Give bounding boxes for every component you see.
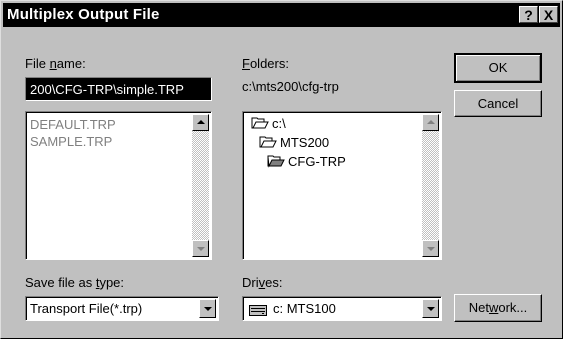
folders-path: c:\mts200\cfg-trp (242, 79, 339, 94)
save-type-value: Transport File(*.trp) (30, 301, 143, 316)
arrow-up-icon (427, 120, 435, 124)
save-type-dropdown-button[interactable] (199, 299, 216, 318)
dialog-window: Multiplex Output File ? X File name: 200… (0, 0, 563, 339)
folder-tree-scrollbar[interactable] (422, 114, 439, 257)
hard-drive-icon (249, 303, 267, 321)
folder-item-mts200[interactable]: MTS200 (259, 135, 329, 152)
list-item[interactable]: DEFAULT.TRP (30, 117, 116, 132)
folders-label: Folders: (242, 56, 289, 71)
open-folder-icon (267, 154, 285, 171)
file-list-scrollbar[interactable] (192, 114, 209, 257)
arrow-down-icon (427, 247, 435, 251)
title-bar[interactable]: Multiplex Output File ? X (3, 3, 560, 27)
ok-button[interactable]: OK (454, 53, 542, 83)
file-name-value: 200\CFG-TRP\simple.TRP (30, 82, 184, 97)
open-folder-icon (259, 135, 277, 152)
save-type-select[interactable]: Transport File(*.trp) (25, 296, 219, 321)
scroll-down-button[interactable] (422, 240, 439, 257)
chevron-down-icon (427, 307, 435, 311)
cancel-button[interactable]: Cancel (454, 90, 542, 117)
drives-label: Drives: (242, 275, 283, 290)
file-list[interactable]: DEFAULT.TRP SAMPLE.TRP (25, 111, 212, 260)
folder-item-cfg-trp[interactable]: CFG-TRP (267, 154, 346, 171)
scroll-up-button[interactable] (422, 114, 439, 131)
scroll-up-button[interactable] (192, 114, 209, 131)
network-button[interactable]: Network... (454, 294, 542, 322)
file-name-input[interactable]: 200\CFG-TRP\simple.TRP (25, 77, 212, 101)
list-item[interactable]: SAMPLE.TRP (30, 134, 112, 149)
folder-tree[interactable]: c:\ MTS200 CFG-TRP (242, 111, 442, 260)
chevron-down-icon (204, 307, 212, 311)
scroll-down-button[interactable] (192, 240, 209, 257)
close-button[interactable]: X (539, 6, 558, 23)
save-type-label: Save file as type: (25, 275, 125, 290)
drives-value: c: MTS100 (273, 301, 336, 316)
arrow-down-icon (197, 247, 205, 251)
file-name-label: File name: (25, 56, 86, 71)
help-button[interactable]: ? (519, 6, 538, 23)
folder-item-root[interactable]: c:\ (251, 116, 286, 133)
arrow-up-icon (197, 120, 205, 124)
open-folder-icon (251, 116, 269, 133)
drives-select[interactable]: c: MTS100 (242, 296, 442, 321)
drives-dropdown-button[interactable] (422, 299, 439, 318)
dialog-title: Multiplex Output File (7, 6, 160, 23)
